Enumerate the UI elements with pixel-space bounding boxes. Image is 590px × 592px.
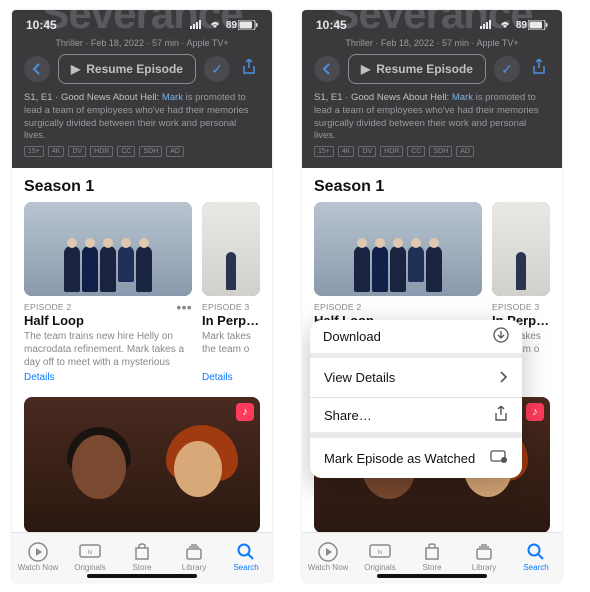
status-bar: 10:45 89	[302, 16, 562, 34]
episode-thumbnail[interactable]	[492, 202, 550, 296]
back-button[interactable]	[314, 56, 340, 82]
tab-watch-now[interactable]: Watch Now	[302, 533, 354, 582]
content-area: Season 1 EPISODE 2 ••• Half Loop The tea…	[12, 168, 272, 532]
signal-icon	[480, 18, 494, 32]
tab-search[interactable]: Search	[510, 533, 562, 582]
details-link[interactable]: Details	[24, 372, 192, 383]
episode-thumbnail[interactable]	[314, 202, 482, 296]
status-bar: 10:45 89	[12, 16, 272, 34]
svg-text:tv: tv	[378, 550, 383, 556]
wifi-icon	[208, 18, 222, 32]
wifi-icon	[498, 18, 512, 32]
tab-watch-now[interactable]: Watch Now	[12, 533, 64, 582]
details-link[interactable]: Details	[202, 372, 260, 383]
bag-icon	[421, 543, 443, 561]
episode-label: EPISODE 3	[492, 302, 540, 312]
play-icon: ▶	[361, 62, 370, 76]
menu-view-details[interactable]: View Details	[310, 358, 522, 398]
episode-card[interactable]: EPISODE 3 In Perpetuity Mark takes the t…	[202, 202, 260, 383]
resume-button[interactable]: ▶Resume Episode	[348, 54, 486, 84]
rating-badges: 15+4KDVHDRCCSDHAD	[314, 146, 474, 157]
show-subtitle: Thriller · Feb 18, 2022 · 57 min · Apple…	[302, 38, 562, 48]
tab-search[interactable]: Search	[220, 533, 272, 582]
episode-carousel[interactable]: EPISODE 2 ••• Half Loop The team trains …	[12, 202, 272, 383]
menu-share[interactable]: Share…	[310, 398, 522, 438]
search-icon	[525, 543, 547, 561]
episode-synopsis: Mark takes the team o	[202, 330, 260, 370]
play-circle-icon	[27, 543, 49, 561]
download-icon	[493, 327, 509, 346]
more-button[interactable]: •••	[176, 303, 192, 311]
phone-left: Severance 10:45 89 Thriller · Feb 18, 20…	[12, 10, 272, 582]
search-icon	[235, 543, 257, 561]
episode-label: EPISODE 2	[314, 302, 362, 312]
episode-title: Half Loop	[24, 313, 192, 328]
content-area: Season 1 EPISODE 2 Half Loop EPISODE 3 I…	[302, 168, 562, 532]
hero-dimmed: Severance 10:45 89 Thriller · Feb 18, 20…	[12, 10, 272, 168]
season-heading: Season 1	[302, 168, 562, 202]
play-circle-icon	[317, 543, 339, 561]
episode-label: EPISODE 2	[24, 302, 72, 312]
home-indicator[interactable]	[377, 574, 487, 578]
rectangle-badge-icon	[490, 450, 508, 467]
share-icon[interactable]	[528, 59, 550, 80]
episode-label: EPISODE 3	[202, 302, 250, 312]
battery-icon: 89	[516, 20, 548, 31]
tv-icon: tv	[369, 543, 391, 561]
rating-badges: 15+4KDVHDRCCSDHAD	[24, 146, 184, 157]
battery-icon: 89	[226, 20, 258, 31]
library-icon	[473, 543, 495, 561]
season-heading: Season 1	[12, 168, 272, 202]
menu-mark-watched[interactable]: Mark Episode as Watched	[310, 438, 522, 478]
bag-icon	[131, 543, 153, 561]
checkmark-icon[interactable]: ✓	[204, 56, 230, 82]
play-icon: ▶	[71, 62, 80, 76]
status-time: 10:45	[316, 18, 347, 32]
episode-card[interactable]: EPISODE 2 ••• Half Loop The team trains …	[24, 202, 192, 383]
svg-text:tv: tv	[88, 550, 93, 556]
show-subtitle: Thriller · Feb 18, 2022 · 57 min · Apple…	[12, 38, 272, 48]
share-icon	[494, 406, 508, 425]
episode-thumbnail[interactable]	[24, 202, 192, 296]
chevron-right-icon	[500, 370, 508, 386]
music-badge-icon: ♪	[236, 403, 254, 421]
episode-title: In Perpetuity	[202, 313, 260, 328]
episode-description: S1, E1 · Good News About Hell: Mark is p…	[314, 92, 550, 143]
featured-thumbnail[interactable]: ♪	[24, 397, 260, 532]
hero-dimmed: Severance 10:45 89 Thriller · Feb 18, 20…	[302, 10, 562, 168]
phone-right: Severance 10:45 89 Thriller · Feb 18, 20…	[302, 10, 562, 582]
signal-icon	[190, 18, 204, 32]
music-badge-icon: ♪	[526, 403, 544, 421]
share-icon[interactable]	[238, 59, 260, 80]
library-icon	[183, 543, 205, 561]
checkmark-icon[interactable]: ✓	[494, 56, 520, 82]
context-menu: Download View Details Share… Mark Episod…	[310, 320, 522, 478]
back-button[interactable]	[24, 56, 50, 82]
status-time: 10:45	[26, 18, 57, 32]
home-indicator[interactable]	[87, 574, 197, 578]
tv-icon: tv	[79, 543, 101, 561]
episode-synopsis: The team trains new hire Helly on macrod…	[24, 330, 192, 370]
menu-download[interactable]: Download	[310, 320, 522, 359]
resume-button[interactable]: ▶ Resume Episode	[58, 54, 196, 84]
episode-thumbnail[interactable]	[202, 202, 260, 296]
episode-description: S1, E1 · Good News About Hell: Mark is p…	[24, 92, 260, 143]
